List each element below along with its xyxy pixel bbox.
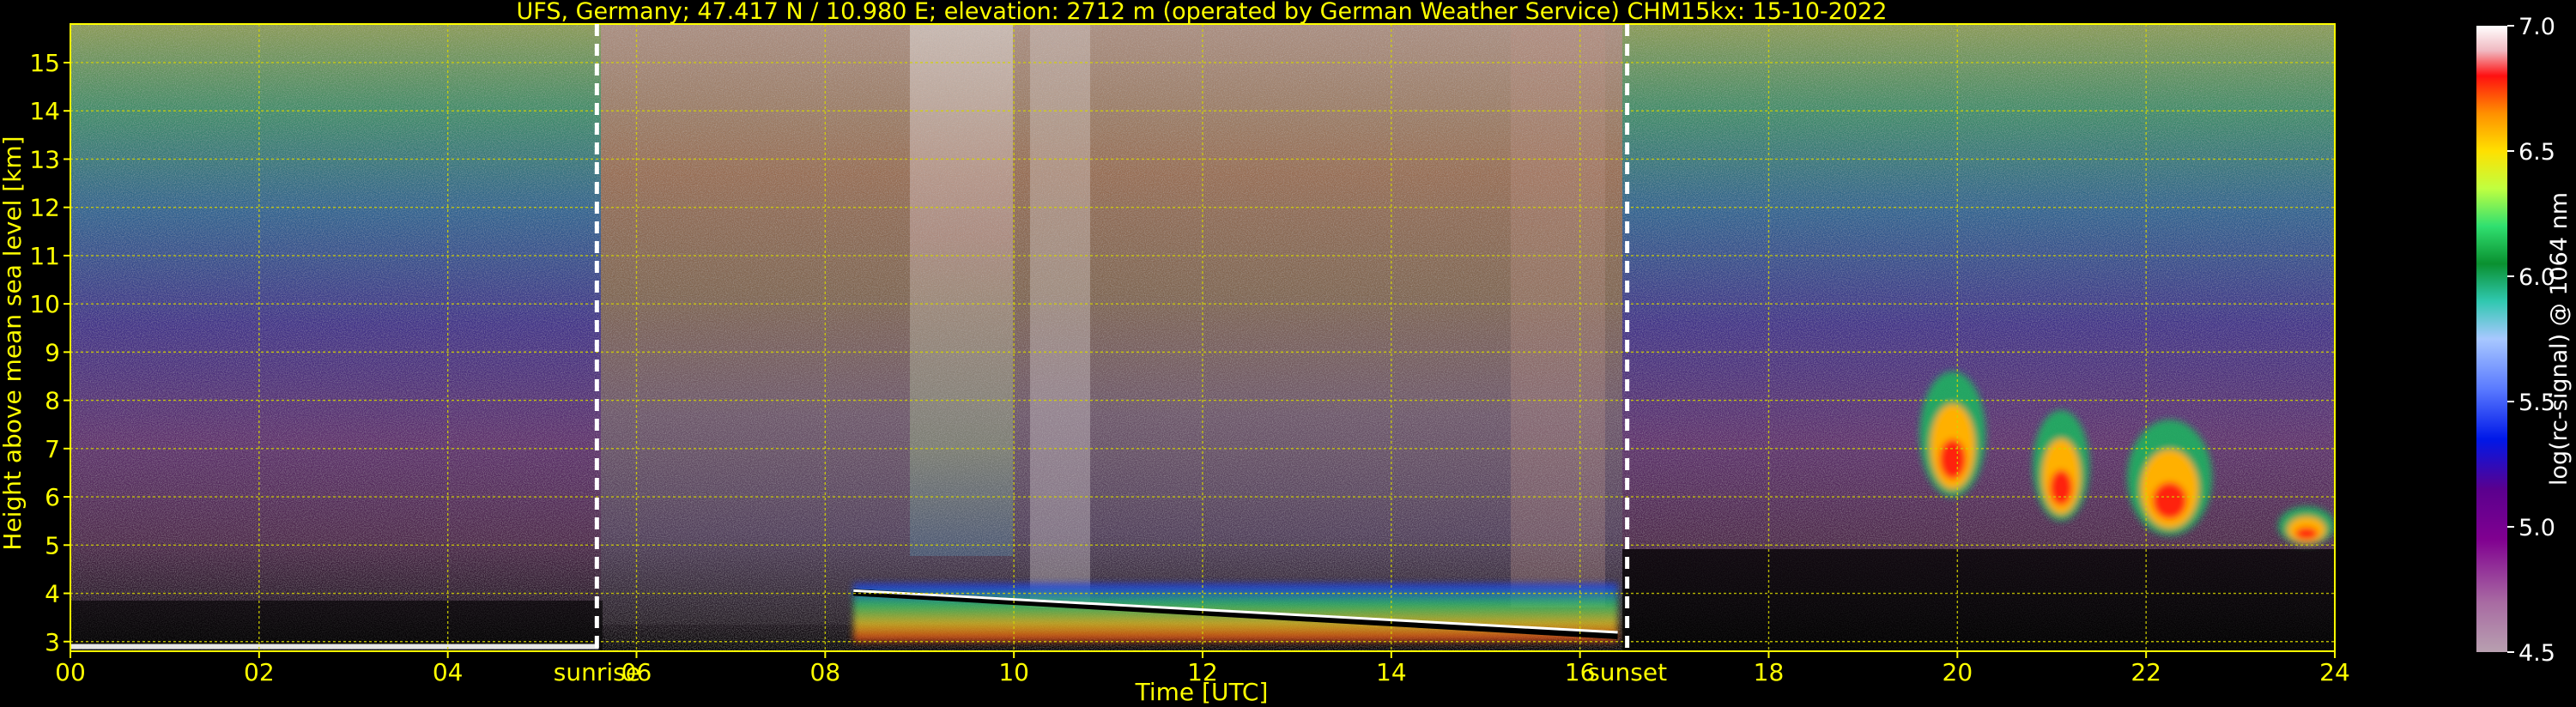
colorbar-tick-label: 7.0 <box>2518 14 2555 40</box>
y-tick-label: 10 <box>29 290 60 318</box>
y-tick-label: 12 <box>29 194 60 222</box>
y-tick-label: 8 <box>45 387 60 415</box>
surface-layer-feature <box>70 644 599 650</box>
sunrise-label: sunrise <box>554 658 640 686</box>
chart-title: UFS, Germany; 47.417 N / 10.980 E; eleva… <box>517 0 1888 25</box>
x-tick-label: 14 <box>1376 658 1407 686</box>
y-tick-label: 4 <box>45 580 60 608</box>
y-tick-label: 13 <box>29 145 60 173</box>
y-tick-label: 14 <box>29 97 60 125</box>
x-axis-label: Time [UTC] <box>1135 678 1269 706</box>
y-tick-label: 3 <box>45 628 60 656</box>
cloud-core <box>1939 438 1967 480</box>
cloud-core <box>2152 481 2187 520</box>
cloud-feature <box>2033 409 2090 522</box>
cloud-core <box>2294 527 2318 540</box>
x-tick-label: 10 <box>998 658 1029 686</box>
y-tick-label: 7 <box>45 435 60 463</box>
colorbar: 4.55.05.56.06.57.0 log(rc-signal) @ 1064… <box>2476 14 2573 667</box>
x-tick-label: 22 <box>2131 658 2161 686</box>
x-tick-label: 18 <box>1754 658 1785 686</box>
y-tick-label: 5 <box>45 531 60 559</box>
x-tick-label: 00 <box>55 658 86 686</box>
y-tick-label: 6 <box>45 483 60 511</box>
x-tick-label: 08 <box>810 658 841 686</box>
y-tick-label: 15 <box>29 49 60 77</box>
colorbar-tick-label: 6.5 <box>2518 139 2555 166</box>
sunset-label: sunset <box>1587 658 1667 686</box>
colorbar-label: log(rc-signal) @ 1064 nm <box>2546 192 2573 486</box>
x-tick-label: 20 <box>1943 658 1973 686</box>
colorbar-gradient <box>2476 26 2507 652</box>
ceilometer-chart: 00 02 04 06 08 10 12 14 16 18 20 22 24 3456789101112… <box>0 0 2573 706</box>
y-tick-label: 9 <box>45 338 60 366</box>
x-tick-label: 04 <box>433 658 464 686</box>
cloud-feature <box>2127 420 2213 536</box>
x-tick-label: 24 <box>2319 658 2350 686</box>
y-tick-label: 11 <box>29 242 60 270</box>
y-axis-label: Height above mean sea level [km] <box>0 136 27 550</box>
cloud-core <box>2050 469 2073 506</box>
cloud-feature <box>2278 506 2335 546</box>
y-axis: 3 4 5 6 7 8 9 10 11 12 13 14 15 <box>29 49 70 656</box>
cloud-feature <box>1919 371 1986 498</box>
x-tick-label: 02 <box>244 658 275 686</box>
colorbar-tick-label: 5.0 <box>2518 515 2555 541</box>
colorbar-tick-label: 4.5 <box>2518 640 2555 667</box>
